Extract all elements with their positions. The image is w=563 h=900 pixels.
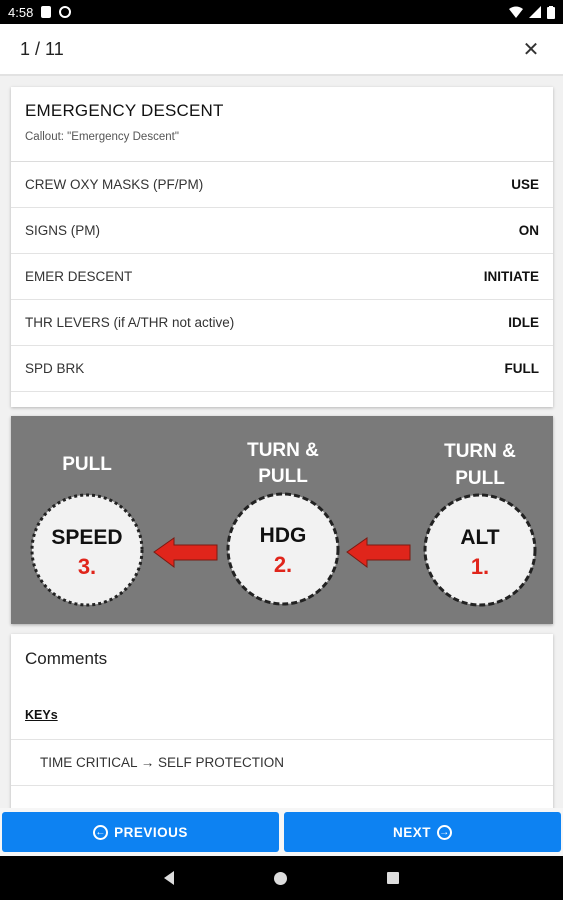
knob-hdg-order: 2. [274,552,292,577]
knob-alt-instruction-2: PULL [455,468,505,489]
comment-entry: TIME CRITICAL → SELF PROTECTION [11,740,553,786]
keys-row: KEYs [11,684,553,740]
back-icon[interactable] [164,871,174,885]
knob-hdg: HDG 2. [226,492,340,606]
checklist-card: EMERGENCY DESCENT Callout: "Emergency De… [11,87,553,407]
next-button[interactable]: NEXT → [284,812,561,852]
sd-card-icon [41,6,52,18]
app-top-bar: 1 / 11 ✕ [0,24,563,76]
arrow-circle-right-icon: → [437,824,452,840]
signal-icon [529,6,541,18]
previous-button[interactable]: ← PREVIOUS [2,812,279,852]
status-right [509,5,555,19]
knob-alt: ALT 1. [423,493,537,607]
knob-alt-order: 1. [471,554,489,579]
arrow-left-icon [153,537,218,568]
knob-hdg-name: HDG [260,524,307,547]
fcu-knob-diagram: PULL TURN & PULL TURN & PULL SPEED 3. HD… [11,416,553,624]
knob-alt-name: ALT [460,526,499,549]
keys-label: KEYs [25,708,58,722]
checklist-callout: Callout: "Emergency Descent" [25,131,179,143]
knob-speed-instruction: PULL [62,454,112,475]
recents-icon[interactable] [387,872,399,884]
knob-speed: SPEED 3. [30,493,144,607]
close-icon[interactable]: ✕ [519,37,543,62]
checklist-row: CREW OXY MASKS (PF/PM) USE [11,162,553,208]
checklist-action: IDLE [508,315,539,330]
arrow-circle-left-icon: ← [93,824,109,840]
comments-card: Comments KEYs TIME CRITICAL → SELF PROTE… [11,634,553,810]
checklist-row: THR LEVERS (if A/THR not active) IDLE [11,300,553,346]
checklist-action: ON [518,223,539,238]
system-nav-bar [0,856,563,900]
checklist-item: EMER DESCENT [25,269,133,284]
checklist-row: SPD BRK FULL [11,346,553,392]
knob-hdg-instruction: TURN & [247,440,319,461]
knob-speed-name: SPEED [51,526,122,549]
sync-icon [59,6,72,18]
knob-hdg-instruction-2: PULL [258,466,308,487]
status-left: 4:58 [8,4,72,20]
checklist-action: FULL [504,361,540,376]
fcu-diagram-svg: PULL TURN & PULL TURN & PULL SPEED 3. HD… [30,440,537,607]
checklist-action: INITIATE [483,269,539,284]
previous-label: PREVIOUS [114,824,188,840]
checklist-item: CREW OXY MASKS (PF/PM) [25,177,204,192]
home-icon[interactable] [274,871,287,885]
page-counter: 1 / 11 [20,38,64,59]
battery-icon [547,5,555,19]
comments-heading: Comments [25,649,108,668]
checklist-title: EMERGENCY DESCENT [25,101,224,120]
knob-speed-order: 3. [78,554,96,579]
checklist-action: USE [511,177,539,192]
checklist-row: EMER DESCENT INITIATE [11,254,553,300]
checklist-item: THR LEVERS (if A/THR not active) [25,315,235,330]
status-time: 4:58 [8,4,34,20]
pager-buttons: ← PREVIOUS NEXT → [0,808,563,856]
content-area[interactable]: EMERGENCY DESCENT Callout: "Emergency De… [0,78,563,810]
checklist-row: SIGNS (PM) ON [11,208,553,254]
arrow-left-icon [346,537,411,568]
checklist-item: SIGNS (PM) [25,223,101,238]
checklist-header: EMERGENCY DESCENT Callout: "Emergency De… [11,87,553,162]
checklist-item: SPD BRK [25,361,85,376]
status-bar: 4:58 [0,0,563,24]
next-label: NEXT [392,824,431,840]
knob-alt-instruction: TURN & [444,441,516,462]
wifi-icon [509,6,523,18]
